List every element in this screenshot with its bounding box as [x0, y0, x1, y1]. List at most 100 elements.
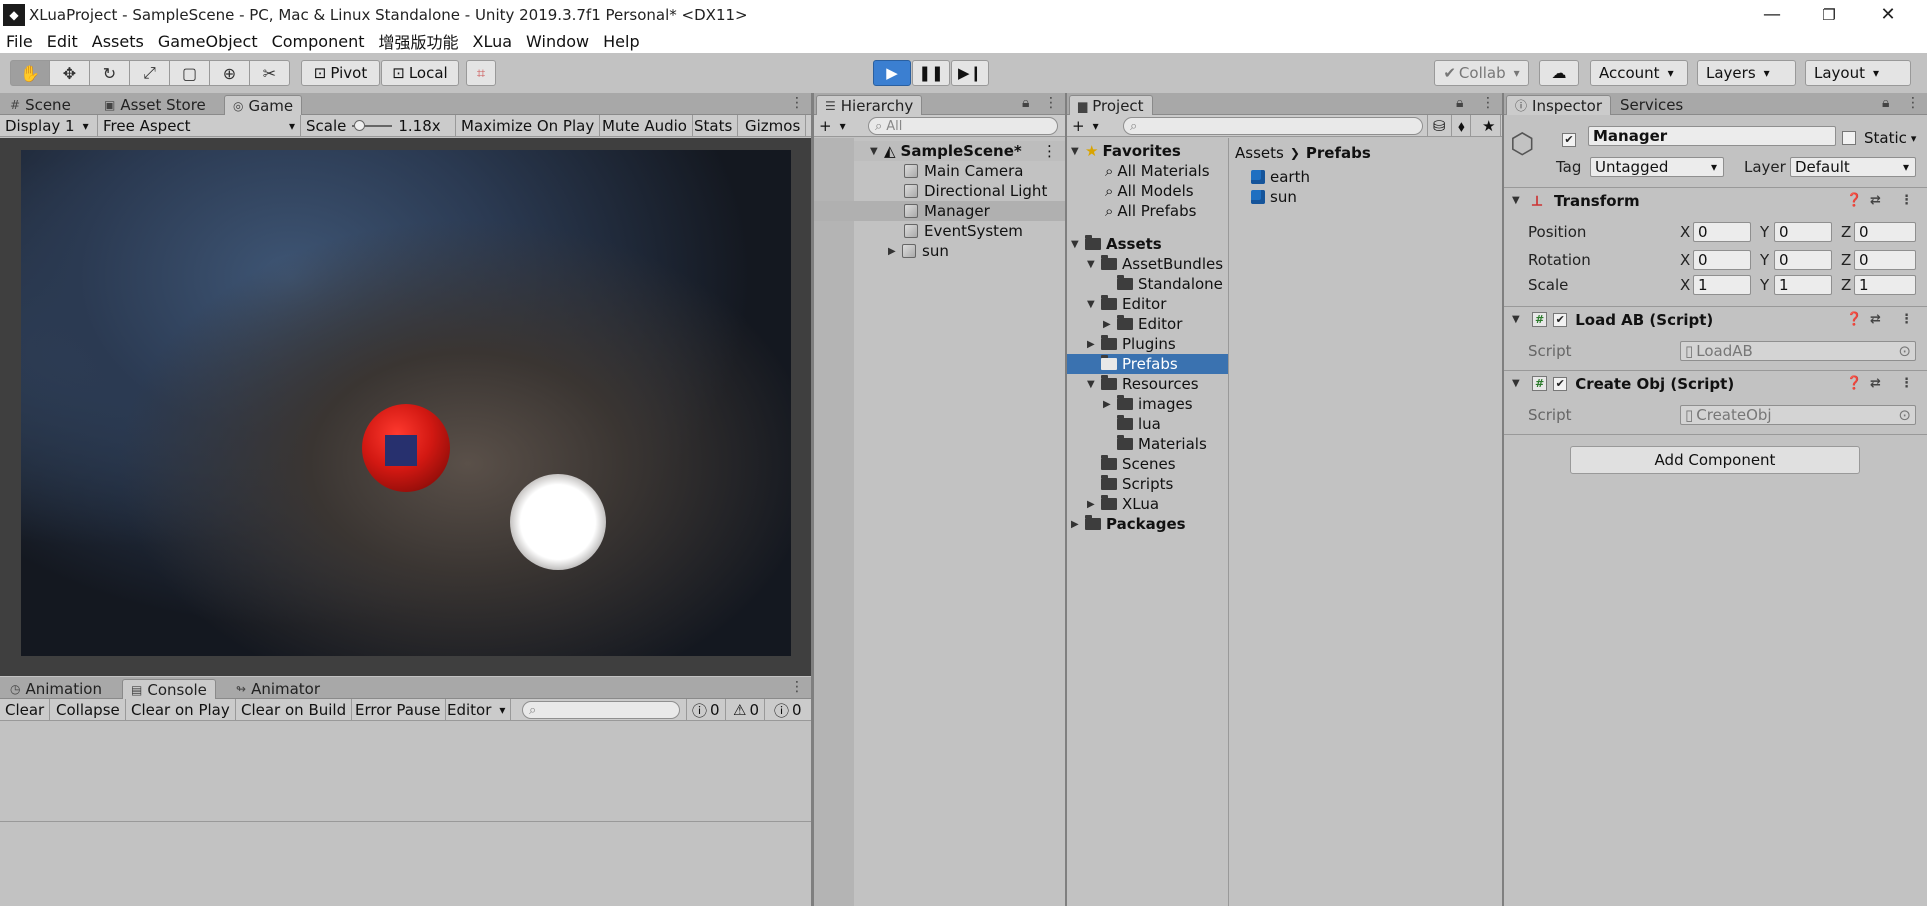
- static-checkbox[interactable]: [1842, 131, 1856, 145]
- folder-editor[interactable]: ▼ Editor: [1087, 294, 1166, 314]
- scale-slider[interactable]: [352, 120, 393, 131]
- folder-images[interactable]: ▶ images: [1103, 394, 1193, 414]
- inspector-menu-icon[interactable]: ⋮: [1906, 95, 1920, 111]
- transform-header[interactable]: ▼ ⟂ Transform ❓ ⇄ ⋮: [1504, 187, 1927, 213]
- help-icon[interactable]: ❓: [1846, 312, 1862, 327]
- clear-on-play-toggle[interactable]: Clear on Play: [126, 699, 236, 721]
- hierarchy-item-eventsystem[interactable]: EventSystem: [854, 221, 1065, 241]
- component-menu-icon[interactable]: ⋮: [1900, 193, 1913, 208]
- menu-xlua[interactable]: XLua: [473, 32, 513, 51]
- layer-dropdown[interactable]: Default: [1790, 157, 1916, 177]
- mute-audio-toggle[interactable]: Mute Audio: [597, 115, 693, 137]
- collapse-toggle[interactable]: Collapse: [51, 699, 126, 721]
- folder-materials[interactable]: Materials: [1117, 434, 1207, 454]
- tab-console[interactable]: ▤ Console: [122, 679, 216, 699]
- expand-arrow-icon[interactable]: ▼: [1087, 259, 1101, 270]
- project-search-input[interactable]: ⌕: [1123, 117, 1423, 135]
- menu-enhanced[interactable]: 增强版功能: [378, 29, 458, 53]
- game-view[interactable]: [21, 150, 791, 656]
- folder-assetbundles[interactable]: ▼ AssetBundles: [1087, 254, 1223, 274]
- add-component-button[interactable]: Add Component: [1570, 446, 1860, 474]
- game-menu-icon[interactable]: ⋮: [790, 95, 804, 111]
- favorite-star-icon[interactable]: ★: [1477, 115, 1502, 137]
- folder-scenes[interactable]: Scenes: [1101, 454, 1176, 474]
- breadcrumb-assets[interactable]: Assets: [1235, 144, 1284, 162]
- expand-arrow-icon[interactable]: ▼: [870, 146, 884, 157]
- object-name-field[interactable]: Manager: [1588, 126, 1836, 146]
- folder-xlua[interactable]: ▶ XLua: [1087, 494, 1159, 514]
- rotate-tool-icon[interactable]: ↻: [90, 60, 130, 86]
- play-button[interactable]: ▶: [873, 60, 911, 86]
- folder-resources[interactable]: ▼ Resources: [1087, 374, 1199, 394]
- favorite-all-models[interactable]: ⌕ All Models: [1105, 181, 1194, 201]
- rotation-y-field[interactable]: 0: [1774, 250, 1832, 270]
- layers-dropdown[interactable]: Layers: [1697, 60, 1796, 86]
- favorite-all-materials[interactable]: ⌕ All Materials: [1105, 161, 1210, 181]
- aspect-dropdown[interactable]: Free Aspect: [98, 115, 301, 137]
- scale-slider-thumb[interactable]: [354, 120, 366, 131]
- custom-tool-icon[interactable]: ✂: [250, 60, 290, 86]
- asset-earth[interactable]: earth: [1251, 167, 1310, 187]
- scale-tool-icon[interactable]: ⤢: [130, 60, 170, 86]
- minimize-button[interactable]: —: [1741, 0, 1803, 29]
- menu-gameobject[interactable]: GameObject: [158, 32, 258, 51]
- packages-row[interactable]: ▶ Packages: [1071, 514, 1186, 534]
- close-button[interactable]: ✕: [1857, 0, 1919, 29]
- createobj-header[interactable]: ▼ # ✔ Create Obj (Script) ❓ ⇄ ⋮: [1504, 370, 1927, 396]
- console-search-input[interactable]: ⌕: [522, 701, 680, 719]
- menu-help[interactable]: Help: [603, 32, 639, 51]
- transform-tool-icon[interactable]: ⊕: [210, 60, 250, 86]
- expand-arrow-icon[interactable]: ▶: [1087, 339, 1101, 350]
- scale-z-field[interactable]: 1: [1854, 275, 1916, 295]
- cloud-icon[interactable]: ☁: [1539, 60, 1579, 86]
- active-checkbox[interactable]: ✔: [1562, 129, 1576, 147]
- menu-file[interactable]: File: [6, 32, 33, 51]
- component-menu-icon[interactable]: ⋮: [1900, 376, 1913, 391]
- loadab-script-field[interactable]: ▯ LoadAB ⊙: [1680, 341, 1916, 361]
- rotation-x-field[interactable]: 0: [1693, 250, 1751, 270]
- expand-arrow-icon[interactable]: ▶: [1103, 399, 1117, 410]
- static-toggle[interactable]: Static ▾: [1842, 129, 1916, 147]
- object-picker-icon[interactable]: ⊙: [1898, 406, 1911, 424]
- tab-scene[interactable]: # Scene: [2, 95, 79, 115]
- hierarchy-lock-icon[interactable]: 🔒︎: [1022, 95, 1029, 111]
- pause-button[interactable]: ❚❚: [912, 60, 950, 86]
- hierarchy-create-button[interactable]: +: [814, 115, 851, 137]
- warning-count-toggle[interactable]: ⚠ 0: [728, 699, 765, 721]
- expand-arrow-icon[interactable]: ▶: [1087, 499, 1101, 510]
- expand-arrow-icon[interactable]: ▼: [1071, 146, 1085, 157]
- folder-standalone[interactable]: Standalone: [1117, 274, 1223, 294]
- account-dropdown[interactable]: Account: [1590, 60, 1688, 86]
- hierarchy-item-sun[interactable]: ▶ sun: [854, 241, 1065, 261]
- expand-arrow-icon[interactable]: ▶: [888, 246, 902, 257]
- folder-scripts[interactable]: Scripts: [1101, 474, 1173, 494]
- scene-row[interactable]: ▼ ◭ SampleScene* ⋮: [854, 141, 1065, 161]
- help-icon[interactable]: ❓: [1846, 193, 1862, 208]
- expand-arrow-icon[interactable]: ▶: [1103, 319, 1117, 330]
- clear-on-build-toggle[interactable]: Clear on Build: [236, 699, 353, 721]
- expand-arrow-icon[interactable]: ▼: [1087, 299, 1101, 310]
- project-column-divider[interactable]: [1228, 138, 1229, 906]
- tab-inspector[interactable]: ⓘ Inspector: [1506, 95, 1611, 115]
- menu-window[interactable]: Window: [526, 32, 589, 51]
- project-lock-icon[interactable]: 🔒︎: [1456, 95, 1463, 111]
- loadab-header[interactable]: ▼ # ✔ Load AB (Script) ❓ ⇄ ⋮: [1504, 306, 1927, 332]
- preset-icon[interactable]: ⇄: [1870, 376, 1881, 391]
- favorite-all-prefabs[interactable]: ⌕ All Prefabs: [1105, 201, 1196, 221]
- scale-x-field[interactable]: 1: [1693, 275, 1751, 295]
- inspector-lock-icon[interactable]: 🔒︎: [1882, 95, 1889, 111]
- expand-arrow-icon[interactable]: ▼: [1512, 195, 1526, 206]
- position-x-field[interactable]: 0: [1693, 222, 1751, 242]
- hierarchy-search-input[interactable]: ⌕ All: [868, 117, 1058, 135]
- preset-icon[interactable]: ⇄: [1870, 193, 1881, 208]
- error-count-toggle[interactable]: ⓘ 0: [686, 699, 726, 721]
- scale-control[interactable]: Scale 1.18x: [301, 115, 456, 137]
- object-picker-icon[interactable]: ⊙: [1898, 342, 1911, 360]
- component-enabled-checkbox[interactable]: ✔: [1553, 376, 1568, 391]
- move-tool-icon[interactable]: ✥: [50, 60, 90, 86]
- hierarchy-item-directional-light[interactable]: Directional Light: [854, 181, 1065, 201]
- rect-tool-icon[interactable]: ▢: [170, 60, 210, 86]
- hand-tool-icon[interactable]: ✋: [10, 60, 50, 86]
- step-button[interactable]: ▶❙: [951, 60, 989, 86]
- log-count-toggle[interactable]: ⓘ 0: [769, 699, 807, 721]
